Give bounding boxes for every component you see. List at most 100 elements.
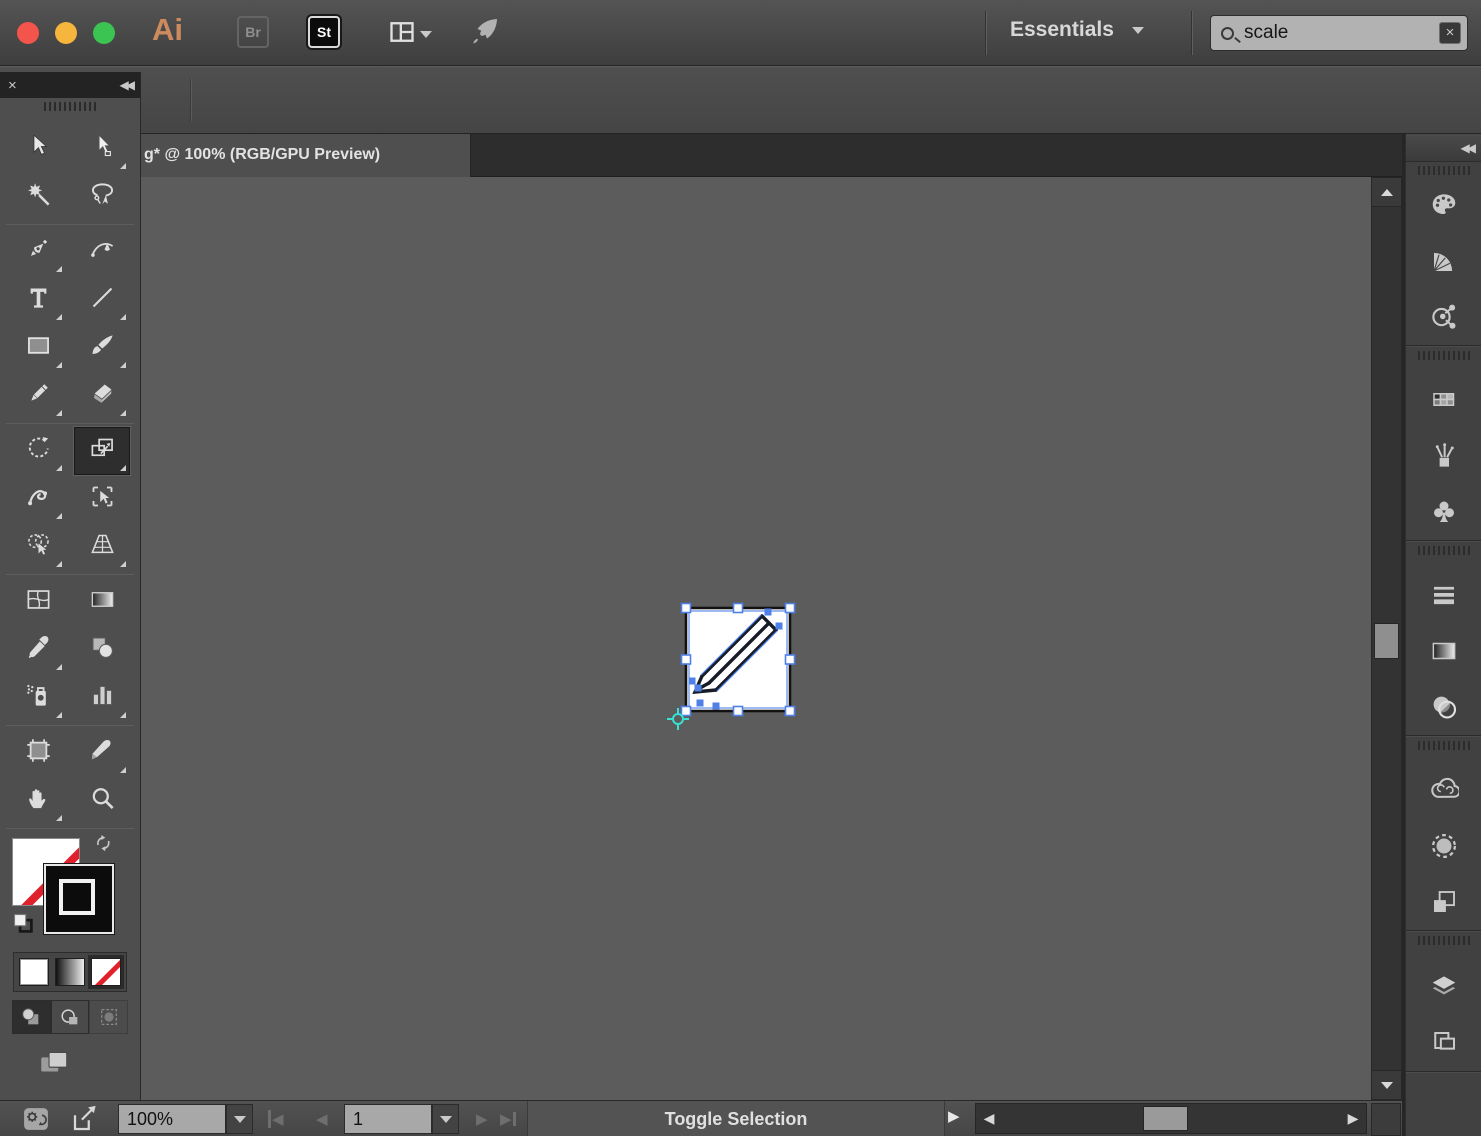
direct-selection-tool[interactable]	[74, 125, 130, 173]
transparency-panel-icon[interactable]	[1406, 679, 1481, 735]
draw-behind-button[interactable]	[51, 1000, 90, 1034]
symbols-panel-icon[interactable]	[1406, 484, 1481, 540]
search-input[interactable]	[1242, 21, 1439, 45]
color-fill-button[interactable]	[19, 958, 49, 986]
color-guide-panel-icon[interactable]	[1406, 233, 1481, 289]
workspace-switcher[interactable]: Essentials	[1010, 18, 1144, 42]
scroll-right-button[interactable]: ▶	[1340, 1104, 1366, 1133]
brushes-panel-icon[interactable]	[1406, 428, 1481, 484]
column-graph-tool[interactable]	[74, 674, 130, 722]
magic-wand-tool[interactable]	[10, 173, 66, 221]
selected-artwork[interactable]	[650, 585, 810, 745]
panel-group-grip[interactable]	[1418, 166, 1470, 175]
curvature-tool[interactable]	[74, 228, 130, 276]
free-transform-tool[interactable]	[74, 475, 130, 523]
shape-builder-tool[interactable]	[10, 523, 66, 571]
collapse-panel-icon[interactable]: ◀◀	[120, 78, 132, 92]
none-fill-button[interactable]	[91, 958, 121, 986]
slice-tool[interactable]	[74, 729, 130, 777]
zoom-level-dropdown[interactable]	[226, 1104, 253, 1134]
last-artboard-button[interactable]: ▶	[500, 1104, 516, 1134]
gpu-performance-button[interactable]	[468, 14, 502, 53]
canvas[interactable]	[141, 177, 1371, 1100]
asset-export-panel-icon[interactable]	[1406, 874, 1481, 930]
hand-tool[interactable]	[10, 777, 66, 825]
scale-tool[interactable]	[74, 427, 130, 475]
change-screen-mode-icon[interactable]	[34, 1046, 74, 1085]
document-tab[interactable]: g* @ 100% (RGB/GPU Preview)	[141, 134, 471, 177]
dock-header[interactable]: ◀◀	[1406, 134, 1481, 162]
horizontal-scrollbar[interactable]: ◀ ▶	[975, 1103, 1367, 1134]
export-icon[interactable]	[70, 1104, 100, 1134]
swatches-panel-icon[interactable]	[1406, 372, 1481, 428]
default-fill-stroke-icon[interactable]	[10, 910, 37, 942]
panel-group-grip[interactable]	[1418, 351, 1470, 360]
clear-search-icon[interactable]: ×	[1439, 22, 1461, 44]
perspective-grid-tool[interactable]	[74, 523, 130, 571]
zoom-level-field[interactable]	[118, 1104, 226, 1134]
status-menu-arrow-icon[interactable]: ▶	[948, 1107, 960, 1125]
rectangle-tool[interactable]	[10, 324, 66, 372]
draw-normal-button[interactable]	[12, 1000, 51, 1034]
vertical-scrollbar[interactable]	[1371, 177, 1402, 1100]
swap-fill-stroke-icon[interactable]	[92, 832, 116, 861]
next-artboard-button[interactable]: ▶	[468, 1104, 496, 1134]
gradient-tool[interactable]	[74, 578, 130, 626]
stroke-panel-icon[interactable]	[1406, 567, 1481, 623]
panel-group-grip[interactable]	[1418, 546, 1470, 555]
scroll-left-button[interactable]: ◀	[976, 1104, 1002, 1133]
line-tool[interactable]	[74, 276, 130, 324]
stock-button[interactable]: St	[308, 16, 340, 48]
status-display[interactable]: Toggle Selection	[527, 1101, 945, 1136]
gradient-panel-icon[interactable]	[1406, 623, 1481, 679]
search-box[interactable]: ×	[1210, 15, 1468, 51]
zoom-tool[interactable]	[74, 777, 130, 825]
type-tool[interactable]	[10, 276, 66, 324]
close-window-button[interactable]	[17, 22, 39, 44]
artboard-nav-dropdown[interactable]	[432, 1104, 459, 1134]
layers-panel-icon[interactable]	[1406, 959, 1481, 1015]
arrange-documents-button[interactable]	[388, 18, 432, 51]
pen-tool[interactable]	[10, 228, 66, 276]
width-tool[interactable]	[10, 475, 66, 523]
close-panel-icon[interactable]: ×	[8, 77, 17, 94]
image-trace-panel-icon[interactable]	[1406, 818, 1481, 874]
symbol-sprayer-tool[interactable]	[10, 674, 66, 722]
gradient-fill-button[interactable]	[55, 958, 85, 986]
eraser-tool[interactable]	[74, 372, 130, 420]
flyout-indicator	[56, 815, 62, 821]
scroll-down-button[interactable]	[1372, 1070, 1401, 1099]
horizontal-scrollbar-thumb[interactable]	[1143, 1106, 1188, 1131]
paintbrush-tool[interactable]	[74, 324, 130, 372]
color-panel-icon[interactable]	[1406, 177, 1481, 233]
minimize-window-button[interactable]	[55, 22, 77, 44]
panel-grip[interactable]	[44, 102, 96, 111]
dock-group-divider	[1406, 1071, 1481, 1073]
pencil-tool[interactable]	[10, 372, 66, 420]
blend-tool[interactable]	[74, 626, 130, 674]
artwork-square[interactable]	[686, 608, 790, 711]
artboards-panel-icon[interactable]	[1406, 1015, 1481, 1071]
recovery-settings-button[interactable]	[14, 1104, 58, 1134]
artboard-nav-field[interactable]	[344, 1104, 432, 1134]
first-artboard-button[interactable]: ◀	[268, 1104, 284, 1134]
rotate-tool[interactable]	[10, 427, 66, 475]
previous-artboard-button[interactable]: ◀	[308, 1104, 336, 1134]
bridge-button[interactable]: Br	[237, 16, 269, 48]
expand-panels-icon[interactable]: ◀◀	[1461, 141, 1473, 155]
panel-group-grip[interactable]	[1418, 741, 1470, 750]
color-themes-panel-icon[interactable]	[1406, 289, 1481, 345]
vertical-scrollbar-thumb[interactable]	[1374, 623, 1399, 659]
eyedropper-tool[interactable]	[10, 626, 66, 674]
magic-wand-tool-icon	[25, 181, 52, 213]
panel-group-grip[interactable]	[1418, 936, 1470, 945]
stroke-indicator[interactable]	[44, 864, 114, 934]
scroll-up-button[interactable]	[1372, 178, 1401, 207]
mesh-tool[interactable]	[10, 578, 66, 626]
zoom-window-button[interactable]	[93, 22, 115, 44]
cc-libraries-panel-icon[interactable]	[1406, 762, 1481, 818]
lasso-tool[interactable]	[74, 173, 130, 221]
draw-inside-button[interactable]	[89, 1000, 128, 1034]
artboard-tool[interactable]	[10, 729, 66, 777]
selection-tool[interactable]	[10, 125, 66, 173]
